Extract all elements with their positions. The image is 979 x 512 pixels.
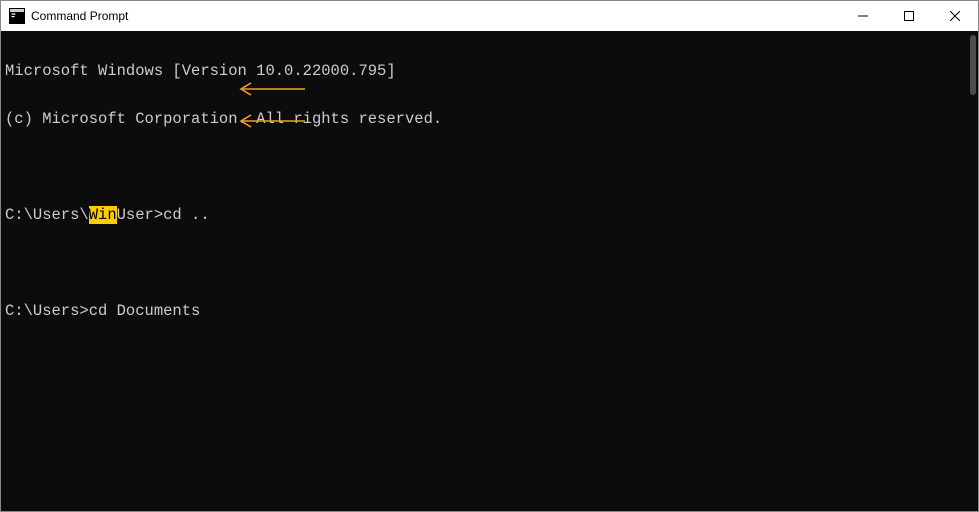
minimize-button[interactable]	[840, 1, 886, 31]
output-line: (c) Microsoft Corporation. All rights re…	[5, 111, 974, 127]
app-icon	[9, 8, 25, 24]
scrollbar-thumb[interactable]	[970, 35, 976, 95]
prompt-line: C:\Users>cd Documents	[5, 303, 974, 319]
window-controls	[840, 1, 978, 31]
prompt-text: User>cd ..	[117, 206, 210, 224]
window-title: Command Prompt	[31, 9, 128, 23]
titlebar[interactable]: Command Prompt	[1, 1, 978, 31]
command-prompt-window: Command Prompt Microsoft Windows [Versio…	[0, 0, 979, 512]
prompt-text: C:\Users\	[5, 206, 89, 224]
blank-line	[5, 159, 974, 175]
output-line: Microsoft Windows [Version 10.0.22000.79…	[5, 63, 974, 79]
find-highlight: Win	[89, 206, 117, 224]
vertical-scrollbar[interactable]	[968, 31, 978, 511]
terminal-area[interactable]: Microsoft Windows [Version 10.0.22000.79…	[1, 31, 978, 511]
terminal-output: Microsoft Windows [Version 10.0.22000.79…	[1, 31, 978, 355]
maximize-button[interactable]	[886, 1, 932, 31]
close-button[interactable]	[932, 1, 978, 31]
prompt-line: C:\Users\WinUser>cd ..	[5, 207, 974, 223]
blank-line	[5, 255, 974, 271]
